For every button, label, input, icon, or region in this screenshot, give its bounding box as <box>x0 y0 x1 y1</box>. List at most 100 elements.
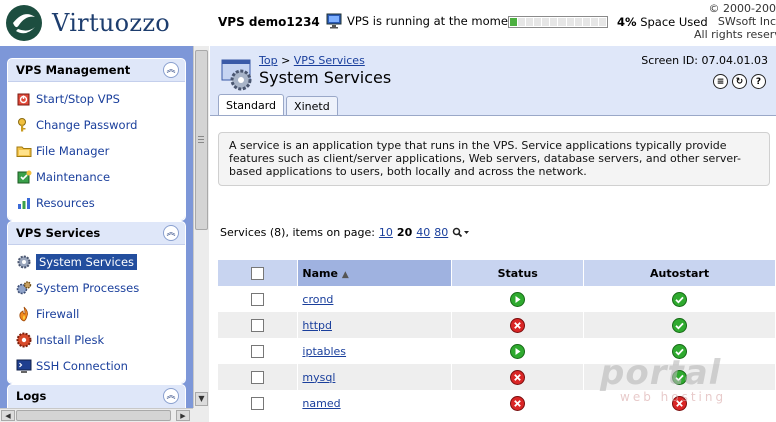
service-status-cell <box>451 286 585 312</box>
service-name-cell: mysql <box>297 364 453 390</box>
start-stop-icon <box>17 93 30 106</box>
service-name-cell: iptables <box>297 338 453 364</box>
system-services-gear-icon <box>221 59 252 91</box>
vps-management-header[interactable]: VPS Management ︽ <box>8 59 185 81</box>
sidebar-item-resources[interactable]: Resources <box>8 190 185 216</box>
service-name-cell: named <box>297 390 453 416</box>
row-checkbox[interactable] <box>251 396 265 410</box>
scroll-right-arrow-icon[interactable]: ▶ <box>176 410 190 421</box>
sort-ascending-icon: ▲ <box>341 269 349 280</box>
gear-icon <box>17 255 31 269</box>
resources-chart-icon <box>18 198 30 209</box>
sidebar-item-change-password[interactable]: Change Password <box>8 112 185 138</box>
list-view-icon[interactable]: ≡ <box>713 74 728 89</box>
column-header-autostart[interactable]: Autostart <box>583 260 776 286</box>
autostart-off-icon[interactable] <box>672 395 688 411</box>
autostart-on-icon[interactable] <box>672 369 688 385</box>
collapse-chevron-icon[interactable]: ︽ <box>163 388 179 404</box>
collapse-chevron-icon[interactable]: ︽ <box>163 225 179 241</box>
tab-xinetd[interactable]: Xinetd <box>286 96 338 116</box>
column-header-name[interactable]: Name ▲ <box>297 260 453 286</box>
row-checkbox[interactable] <box>251 292 265 306</box>
tab-standard[interactable]: Standard <box>218 94 285 116</box>
row-select-cell <box>218 312 299 338</box>
scroll-down-arrow-icon[interactable]: ▼ <box>195 392 208 406</box>
status-running-icon[interactable] <box>510 291 526 307</box>
status-stopped-icon[interactable] <box>510 395 526 411</box>
processes-icon <box>16 281 32 295</box>
service-autostart-cell <box>583 312 776 338</box>
sidebar-item-file-manager[interactable]: File Manager <box>8 138 185 164</box>
status-stopped-icon[interactable] <box>510 369 526 385</box>
sidebar-item-system-processes[interactable]: System Processes <box>8 275 185 301</box>
breadcrumb-link-vps-services[interactable]: VPS Services <box>294 54 365 67</box>
page-size-10[interactable]: 10 <box>379 226 393 239</box>
screen-id: Screen ID: 07.04.01.03 <box>641 54 768 67</box>
breadcrumb-link-top[interactable]: Top <box>259 54 278 67</box>
service-name-link[interactable]: named <box>302 397 340 410</box>
sidebar-item-label: SSH Connection <box>36 359 128 373</box>
plesk-icon <box>16 332 32 348</box>
space-bar-segment <box>566 18 574 26</box>
scroll-thumb[interactable] <box>16 410 171 421</box>
scroll-thumb[interactable] <box>195 50 208 230</box>
vps-services-header[interactable]: VPS Services ︽ <box>8 222 185 244</box>
terminal-icon <box>16 359 32 373</box>
status-running-icon[interactable] <box>510 343 526 359</box>
vps-management-box: VPS Management ︽ Start/Stop VPS Change P… <box>7 58 186 221</box>
service-name-link[interactable]: mysql <box>302 371 335 384</box>
autostart-on-icon[interactable] <box>672 317 688 333</box>
row-checkbox[interactable] <box>251 370 265 384</box>
autostart-on-icon[interactable] <box>672 343 688 359</box>
status-stopped-icon[interactable] <box>510 317 526 333</box>
sidebar-item-label: Change Password <box>36 118 138 132</box>
sidebar-item-firewall[interactable]: Firewall <box>8 301 185 327</box>
vps-services-items: System Services System Processes Firewal… <box>8 244 185 383</box>
space-bar-segment <box>526 18 534 26</box>
sidebar-item-label: Firewall <box>36 307 80 321</box>
sidebar-item-install-plesk[interactable]: Install Plesk <box>8 327 185 353</box>
left-pane-horizontal-scrollbar[interactable]: ◀ ▶ <box>0 408 193 422</box>
service-name-cell: crond <box>297 286 453 312</box>
services-table-body: crond httpd iptables mysql named <box>218 286 776 416</box>
page-size-80[interactable]: 80 <box>434 226 448 239</box>
space-bar-segment <box>574 18 582 26</box>
service-name-link[interactable]: iptables <box>302 345 346 358</box>
sidebar-item-label: File Manager <box>36 144 110 158</box>
space-percent: 4% <box>617 15 637 29</box>
copyright-line: All rights reserved <box>694 28 776 41</box>
collapse-chevron-icon[interactable]: ︽ <box>163 62 179 78</box>
scroll-left-arrow-icon[interactable]: ◀ <box>1 410 15 421</box>
items-label: Services (8), items on page: <box>220 226 375 239</box>
column-header-status[interactable]: Status <box>451 260 585 286</box>
sidebar-item-ssh-connection[interactable]: SSH Connection <box>8 353 185 379</box>
left-pane-vertical-scrollbar[interactable]: ▼ <box>193 46 209 408</box>
service-name-link[interactable]: httpd <box>302 319 332 332</box>
row-checkbox[interactable] <box>251 344 265 358</box>
sidebar-item-label: Resources <box>36 196 95 210</box>
sidebar-item-label: Start/Stop VPS <box>36 92 120 106</box>
main-content: Top > VPS Services System Services Scree… <box>210 46 776 422</box>
tab-bar: Standard Xinetd <box>218 94 340 116</box>
space-bar-segment <box>582 18 590 26</box>
help-icon[interactable]: ? <box>751 74 766 89</box>
search-dropdown-icon[interactable] <box>452 227 470 239</box>
page-size-40[interactable]: 40 <box>416 226 430 239</box>
table-row: mysql <box>218 364 776 390</box>
sidebar-item-system-services[interactable]: System Services <box>8 249 185 275</box>
service-status-cell <box>451 364 585 390</box>
logs-box: Logs ︽ <box>7 384 186 408</box>
service-name-cell: httpd <box>297 312 453 338</box>
sidebar-item-maintenance[interactable]: Maintenance <box>8 164 185 190</box>
logs-header[interactable]: Logs ︽ <box>8 385 185 407</box>
row-checkbox[interactable] <box>251 318 265 332</box>
top-header: Virtuozzo VPS demo1234 VPS is running at… <box>0 0 776 46</box>
copyright: © 2000-200 SWsoft Inc All rights reserve… <box>694 2 776 41</box>
refresh-icon[interactable]: ↻ <box>732 74 747 89</box>
sidebar-item-start-stop-vps[interactable]: Start/Stop VPS <box>8 86 185 112</box>
items-per-page-bar: Services (8), items on page: 10 20 40 80 <box>220 226 470 239</box>
autostart-on-icon[interactable] <box>672 291 688 307</box>
service-name-link[interactable]: crond <box>302 293 333 306</box>
select-all-checkbox[interactable] <box>251 266 265 280</box>
space-usage-bar <box>508 16 608 28</box>
